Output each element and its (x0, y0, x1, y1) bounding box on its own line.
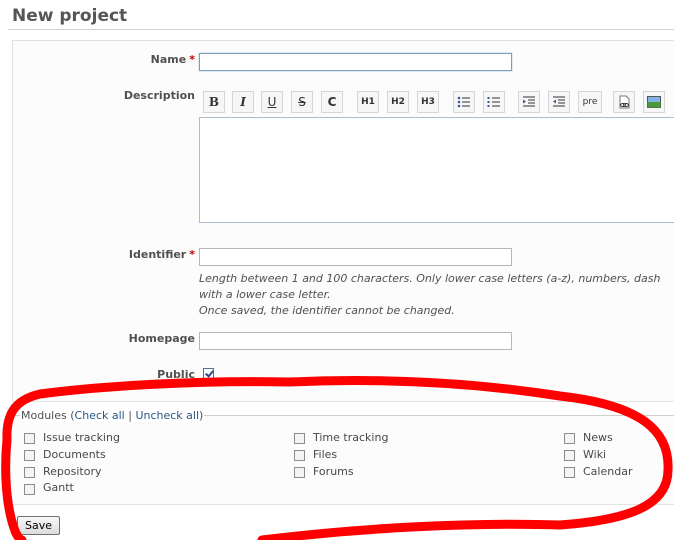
outdent-icon (553, 96, 565, 107)
unordered-list-button[interactable] (453, 91, 475, 113)
heading-3-button[interactable]: H3 (417, 91, 439, 113)
description-textarea[interactable] (199, 117, 674, 223)
bullet-list-icon (457, 96, 470, 108)
required-mark: * (189, 248, 195, 261)
preformatted-button[interactable]: pre (578, 91, 602, 113)
module-label-documents: Documents (43, 448, 106, 461)
module-label-wiki: Wiki (583, 448, 607, 461)
indent-icon (523, 96, 535, 107)
module-checkbox-gantt[interactable] (24, 484, 35, 495)
module-checkbox-calendar[interactable] (564, 467, 575, 478)
required-mark: * (189, 53, 195, 66)
identifier-hint-line-1: Length between 1 and 100 characters. Onl… (199, 272, 661, 285)
heading-1-button[interactable]: H1 (357, 91, 379, 113)
title-divider (8, 29, 674, 30)
module-label-calendar: Calendar (583, 465, 633, 478)
module-checkbox-repository[interactable] (24, 467, 35, 478)
underline-button[interactable]: U (261, 91, 283, 113)
image-button[interactable] (643, 91, 665, 113)
identifier-hint-line-3: Once saved, the identifier cannot be cha… (199, 304, 455, 317)
code-button[interactable]: C (321, 91, 343, 113)
module-checkbox-issue-tracking[interactable] (24, 433, 35, 444)
identifier-input[interactable] (199, 248, 512, 266)
identifier-hint-line-2: with a lower case letter. (199, 288, 331, 301)
module-checkbox-files[interactable] (294, 450, 305, 461)
ordered-list-button[interactable] (483, 91, 505, 113)
italic-button[interactable]: I (232, 91, 254, 113)
name-label: Name * (150, 53, 195, 66)
quote-button[interactable] (518, 91, 540, 113)
bold-button[interactable]: B (203, 91, 225, 113)
module-label-news: News (583, 431, 613, 444)
name-input[interactable] (199, 53, 512, 71)
wiki-link-button[interactable] (613, 91, 635, 113)
module-checkbox-wiki[interactable] (564, 450, 575, 461)
module-label-repository: Repository (43, 465, 102, 478)
module-label-time-tracking: Time tracking (313, 431, 389, 444)
public-label: Public (157, 368, 195, 381)
description-label: Description (123, 89, 195, 102)
homepage-input[interactable] (199, 332, 512, 350)
module-checkbox-documents[interactable] (24, 450, 35, 461)
uncheck-all-link[interactable]: Uncheck all (135, 409, 199, 422)
module-label-forums: Forums (313, 465, 354, 478)
module-label-gantt: Gantt (43, 481, 74, 494)
module-checkbox-forums[interactable] (294, 467, 305, 478)
unquote-button[interactable] (548, 91, 570, 113)
numbered-list-icon (487, 97, 500, 107)
module-checkbox-time-tracking[interactable] (294, 433, 305, 444)
module-label-issue-tracking: Issue tracking (43, 431, 120, 444)
module-label-files: Files (313, 448, 338, 461)
check-all-link[interactable]: Check all (75, 409, 125, 422)
heading-2-button[interactable]: H2 (387, 91, 409, 113)
public-checkbox[interactable] (203, 368, 214, 379)
identifier-label: Identifier * (128, 248, 195, 261)
strikethrough-button[interactable]: S (291, 91, 313, 113)
save-button[interactable]: Save (17, 516, 60, 535)
page-title: New project (12, 6, 128, 26)
module-checkbox-news[interactable] (564, 433, 575, 444)
homepage-label: Homepage (128, 332, 195, 345)
modules-legend: Modules (Check all | Uncheck all) (20, 409, 205, 422)
link-page-icon (619, 95, 630, 109)
image-icon (647, 96, 661, 108)
